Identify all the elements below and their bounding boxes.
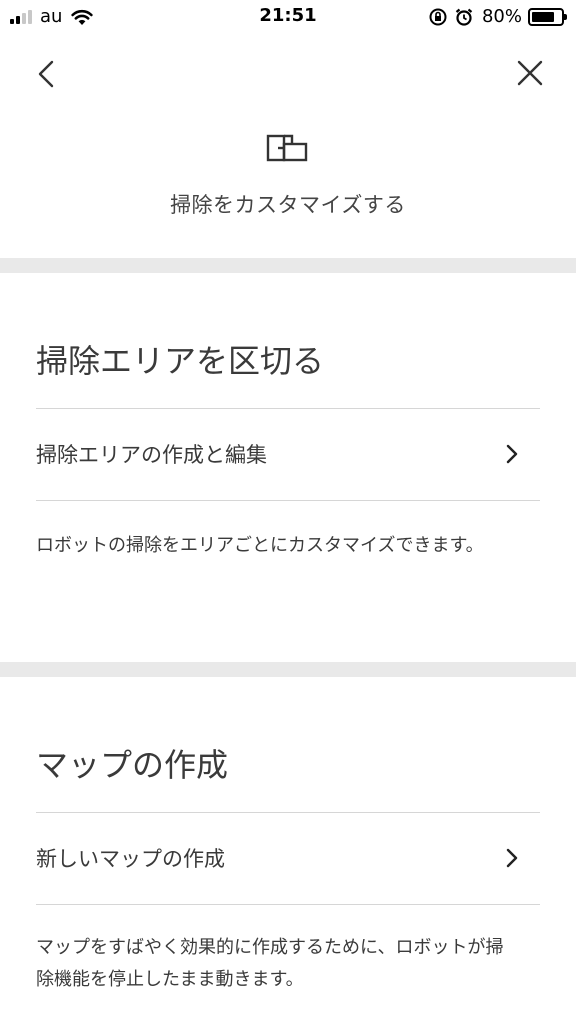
back-button[interactable]	[28, 52, 68, 96]
section-title-map-creation: マップの作成	[36, 746, 229, 784]
floor-plan-icon	[266, 134, 308, 162]
chevron-right-icon	[506, 848, 518, 868]
close-button[interactable]	[510, 52, 550, 96]
battery-fill	[532, 11, 555, 22]
section-divider	[0, 662, 576, 677]
divider-line	[36, 904, 540, 905]
battery-icon	[528, 7, 567, 26]
section-divider	[0, 258, 576, 273]
status-bar: au 21:51 80%	[0, 0, 576, 34]
orientation-lock-icon	[429, 8, 447, 25]
chevron-right-icon	[506, 444, 518, 464]
divider-line	[36, 500, 540, 501]
section-description: ロボットの掃除をエリアごとにカスタマイズできます。	[36, 535, 484, 556]
battery-percent: 80%	[481, 6, 522, 27]
row-label: 新しいマップの作成	[36, 847, 225, 871]
create-edit-area-row[interactable]: 掃除エリアの作成と編集	[36, 408, 540, 500]
alarm-icon	[455, 8, 473, 26]
section-title-area-division: 掃除エリアを区切る	[36, 342, 325, 380]
row-label: 掃除エリアの作成と編集	[36, 443, 267, 467]
section-description: マップをすばやく効果的に作成するために、ロボットが掃除機能を停止したまま動きます…	[36, 937, 504, 990]
status-right: 80%	[428, 6, 567, 27]
page-title: 掃除をカスタマイズする	[170, 193, 406, 217]
create-new-map-row[interactable]: 新しいマップの作成	[36, 812, 540, 904]
